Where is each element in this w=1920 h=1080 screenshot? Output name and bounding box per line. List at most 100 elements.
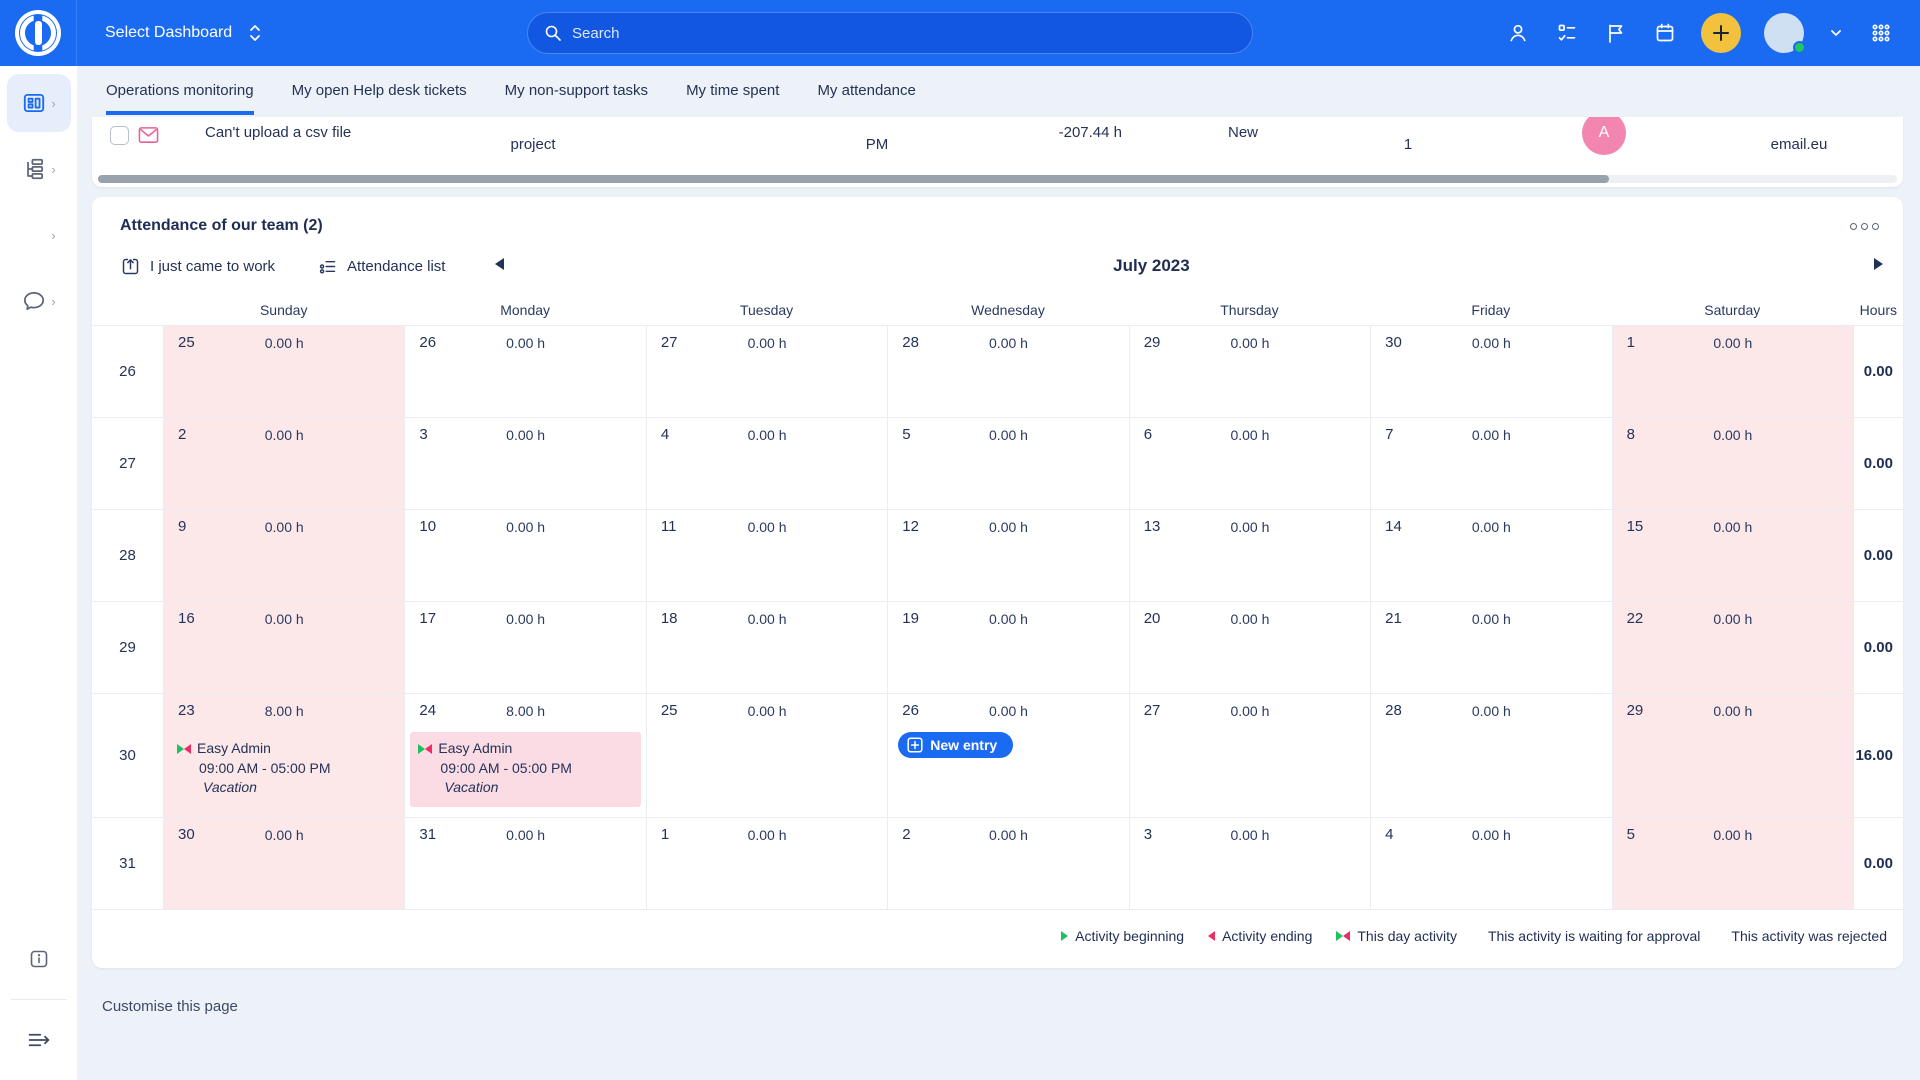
day-cell[interactable]: 40.00 h: [646, 418, 887, 509]
day-cell[interactable]: 20.00 h: [887, 818, 1128, 909]
day-cell[interactable]: 260.00 hNew entry: [887, 694, 1128, 817]
day-cell[interactable]: 50.00 h: [887, 418, 1128, 509]
app-logo[interactable]: [0, 0, 77, 66]
new-entry-label: New entry: [930, 737, 997, 753]
day-cell[interactable]: 140.00 h: [1370, 510, 1611, 601]
day-cell[interactable]: 100.00 h: [404, 510, 645, 601]
day-number: 18: [661, 610, 678, 627]
day-cell[interactable]: 27 0.00 h: [1129, 694, 1370, 817]
user-icon[interactable]: [1505, 20, 1531, 46]
search-bar[interactable]: [527, 12, 1253, 54]
panel-menu-icon[interactable]: [1846, 219, 1883, 234]
attendance-entry[interactable]: Easy Admin09:00 AM - 05:00 PMVacation: [410, 732, 640, 807]
day-cell[interactable]: 50.00 h: [1612, 818, 1853, 909]
day-number: 28: [902, 334, 919, 351]
dashboard-selector[interactable]: Select Dashboard: [105, 23, 264, 43]
task-title-link[interactable]: Can't upload a csv file: [205, 124, 351, 141]
attendance-entry[interactable]: Easy Admin09:00 AM - 05:00 PMVacation: [169, 732, 399, 807]
avatar[interactable]: [1764, 13, 1804, 53]
day-cell[interactable]: 8 0.00 h: [1612, 418, 1853, 509]
day-cell[interactable]: 250.00 h: [163, 326, 404, 417]
flag-icon[interactable]: [1603, 20, 1629, 46]
horizontal-scrollbar-thumb[interactable]: [98, 175, 1609, 183]
sidebar-item-dashboard[interactable]: ›: [7, 74, 71, 132]
customise-page-link[interactable]: Customise this page: [102, 998, 238, 1015]
day-number: 11: [661, 518, 677, 535]
day-header-sunday: Sunday: [163, 302, 404, 318]
came-to-work-button[interactable]: I just came to work: [120, 256, 275, 277]
sort-chevrons-icon: [246, 23, 264, 43]
chevron-down-icon[interactable]: [1827, 20, 1845, 46]
day-cell[interactable]: 280.00 h: [887, 326, 1128, 417]
day-cell[interactable]: 220.00 h: [1612, 602, 1853, 693]
day-cell[interactable]: 130.00 h: [1129, 510, 1370, 601]
day-hours: 0.00 h: [1713, 427, 1752, 443]
day-cell[interactable]: 40.00 h: [1370, 818, 1611, 909]
day-cell[interactable]: 10.00 h: [1612, 326, 1853, 417]
row-checkbox[interactable]: [110, 126, 129, 145]
day-cell[interactable]: 270.00 h: [646, 326, 887, 417]
day-number: 27: [1144, 702, 1161, 719]
add-button[interactable]: [1701, 13, 1741, 53]
tab-my-attendance[interactable]: My attendance: [817, 82, 915, 111]
sidebar-collapse-toggle[interactable]: [7, 1014, 71, 1066]
day-cell[interactable]: 290.00 h: [1612, 694, 1853, 817]
day-cell[interactable]: 310.00 h: [404, 818, 645, 909]
tasks-checklist-icon[interactable]: [1554, 20, 1580, 46]
day-number: 17: [419, 610, 436, 627]
day-cell[interactable]: 150.00 h: [1612, 510, 1853, 601]
sidebar-item-info[interactable]: [7, 933, 71, 985]
day-hours: 0.00 h: [989, 703, 1028, 719]
new-entry-button[interactable]: New entry: [898, 732, 1013, 758]
sidebar-item-projects-tree[interactable]: ›: [7, 140, 71, 198]
day-number: 7: [1385, 426, 1393, 443]
tab-operations-monitoring[interactable]: Operations monitoring: [106, 82, 254, 115]
day-cell[interactable]: 10.00 h: [646, 818, 887, 909]
search-input[interactable]: [572, 25, 1236, 42]
day-cell[interactable]: 160.00 h: [163, 602, 404, 693]
sidebar-item-chat[interactable]: ›: [7, 272, 71, 330]
day-cell[interactable]: 300.00 h: [1370, 326, 1611, 417]
previous-month-button[interactable]: [495, 257, 504, 275]
day-cell[interactable]: 260.00 h: [404, 326, 645, 417]
tab-my-open-help-desk-tickets[interactable]: My open Help desk tickets: [292, 82, 467, 111]
day-hours: 0.00 h: [1230, 703, 1269, 719]
apps-grid-icon[interactable]: [1868, 20, 1894, 46]
day-cell[interactable]: 30.00 h: [1129, 818, 1370, 909]
day-cell[interactable]: 120.00 h: [887, 510, 1128, 601]
day-cell[interactable]: 110.00 h: [646, 510, 887, 601]
day-cell[interactable]: 90.00 h: [163, 510, 404, 601]
came-to-work-label: I just came to work: [150, 258, 275, 275]
day-cell[interactable]: 30.00 h: [404, 418, 645, 509]
day-cell[interactable]: 280.00 h: [1370, 694, 1611, 817]
day-cell[interactable]: 180.00 h: [646, 602, 887, 693]
day-cell[interactable]: 20.00 h: [163, 418, 404, 509]
day-cell[interactable]: 250.00 h: [646, 694, 887, 817]
day-cell[interactable]: 248.00 hEasy Admin09:00 AM - 05:00 PMVac…: [404, 694, 645, 817]
day-cell[interactable]: 238.00 hEasy Admin09:00 AM - 05:00 PMVac…: [163, 694, 404, 817]
day-number: 24: [419, 702, 436, 719]
day-hours: 0.00 h: [1230, 827, 1269, 843]
day-cell[interactable]: 190.00 h: [887, 602, 1128, 693]
day-hours: 0.00 h: [1713, 827, 1752, 843]
tab-my-time-spent[interactable]: My time spent: [686, 82, 779, 111]
panel-title: Attendance of our team (2): [120, 217, 323, 235]
calendar-icon[interactable]: [1652, 20, 1678, 46]
day-cell[interactable]: 70.00 h: [1370, 418, 1611, 509]
day-cell[interactable]: 210.00 h: [1370, 602, 1611, 693]
day-cell[interactable]: 170.00 h: [404, 602, 645, 693]
day-cell[interactable]: 290.00 h: [1129, 326, 1370, 417]
day-cell[interactable]: 300.00 h: [163, 818, 404, 909]
topbar-actions: [1505, 13, 1920, 53]
assignee-avatar[interactable]: A: [1582, 117, 1626, 155]
entry-type: Vacation: [418, 778, 634, 798]
tab-my-non-support-tasks[interactable]: My non-support tasks: [505, 82, 648, 111]
day-cell[interactable]: 60.00 h: [1129, 418, 1370, 509]
next-month-button[interactable]: [1874, 257, 1883, 275]
day-cell[interactable]: 200.00 h: [1129, 602, 1370, 693]
day-number: 21: [1385, 610, 1402, 627]
day-number: 8: [1627, 426, 1635, 443]
sidebar-item-more[interactable]: ›: [7, 206, 71, 264]
attendance-list-button[interactable]: Attendance list: [317, 256, 445, 277]
app-logo-icon: [15, 10, 61, 56]
